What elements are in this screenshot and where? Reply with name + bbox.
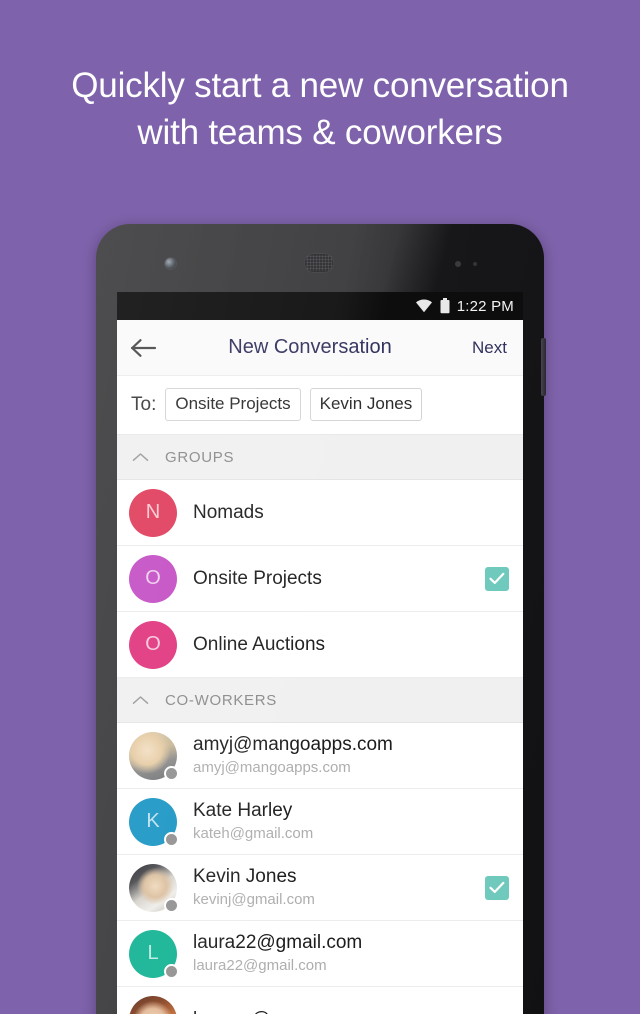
coworker-list-item[interactable]: Llaura22@gmail.com laura22@gmail.com: [117, 921, 523, 987]
group-list-item[interactable]: N Nomads: [117, 480, 523, 546]
presence-indicator: [164, 831, 179, 847]
row-title: Kate Harley: [193, 800, 293, 821]
wifi-icon: [415, 299, 432, 313]
contacts-list: GROUPS N Nomads O Onsite Projects O Online Auc…: [117, 435, 523, 1014]
avatar-initial: O: [129, 554, 177, 603]
selection-checkbox[interactable]: [485, 875, 509, 900]
selection-checkbox[interactable]: [485, 566, 509, 591]
avatar: L: [129, 929, 179, 979]
row-texts: laura22@gmail.com laura22@gmail.com: [193, 931, 362, 976]
coworker-list-item[interactable]: lauram@mangoapps.com: [117, 987, 523, 1014]
power-button[interactable]: [541, 338, 546, 396]
row-subtitle: kevinj@gmail.com: [193, 891, 315, 908]
promo-headline: Quickly start a new conversation with te…: [71, 66, 569, 152]
battery-icon: [440, 298, 450, 314]
to-label: To:: [131, 393, 157, 415]
app-bar: New Conversation Next: [117, 320, 523, 376]
group-list-item[interactable]: O Online Auctions: [117, 612, 523, 678]
status-bar: 1:22 PM: [117, 292, 523, 320]
presence-indicator: [164, 765, 179, 781]
row-texts: Kate Harley kateh@gmail.com: [193, 799, 313, 844]
avatar-photo-image: [129, 995, 177, 1014]
phone-screen: 1:22 PM New Conversation Next To: Onsite…: [117, 292, 523, 1014]
recipients-row[interactable]: To: Onsite Projects Kevin Jones: [117, 376, 523, 435]
avatar: K: [129, 797, 179, 847]
row-texts: Nomads: [193, 501, 264, 525]
check-icon: [489, 572, 505, 584]
avatar-photo: [129, 995, 177, 1014]
light-sensor-icon: [473, 262, 477, 266]
presence-indicator: [164, 897, 179, 913]
row-title: Online Auctions: [193, 633, 326, 655]
check-icon: [489, 881, 505, 893]
presence-indicator: [164, 963, 179, 979]
avatar-initial: N: [129, 488, 177, 537]
row-title: Kevin Jones: [193, 866, 297, 887]
proximity-sensor-icon: [455, 261, 461, 267]
row-texts: lauram@mangoapps.com: [193, 1008, 411, 1014]
earpiece-speaker-icon: [304, 253, 334, 273]
row-title: Onsite Projects: [193, 567, 322, 589]
section-label: GROUPS: [165, 448, 235, 466]
promo-screenshot: Quickly start a new conversation with te…: [0, 0, 640, 1014]
front-camera-icon: [165, 258, 176, 269]
row-title: Nomads: [193, 501, 264, 523]
recipient-chip[interactable]: Kevin Jones: [309, 388, 423, 421]
group-list-item[interactable]: O Onsite Projects: [117, 546, 523, 612]
avatar: [129, 995, 177, 1014]
page-title: New Conversation: [228, 336, 392, 358]
avatar: [129, 863, 179, 913]
row-texts: Online Auctions: [193, 633, 325, 657]
avatar: [129, 731, 179, 781]
section-header-co-workers[interactable]: CO-WORKERS: [117, 678, 523, 723]
row-title: amyj@mangoapps.com: [193, 734, 393, 755]
row-subtitle: amyj@mangoapps.com: [193, 759, 351, 776]
row-texts: Kevin Jones kevinj@gmail.com: [193, 865, 315, 910]
row-subtitle: kateh@gmail.com: [193, 825, 314, 842]
row-texts: Onsite Projects: [193, 567, 322, 591]
recipient-chip[interactable]: Onsite Projects: [165, 388, 301, 421]
row-texts: amyj@mangoapps.com amyj@mangoapps.com: [193, 733, 393, 778]
section-header-groups[interactable]: GROUPS: [117, 435, 523, 480]
row-title: lauram@mangoapps.com: [193, 1008, 411, 1014]
chevron-up-icon[interactable]: [132, 452, 149, 463]
chevron-up-icon[interactable]: [132, 695, 149, 706]
coworker-list-item[interactable]: K Kate Harley kateh@gmail.com: [117, 789, 523, 855]
section-label: CO-WORKERS: [165, 691, 277, 709]
status-bar-clock: 1:22 PM: [456, 297, 514, 315]
next-button[interactable]: Next: [472, 338, 507, 358]
coworker-list-item[interactable]: Kevin Jones kevinj@gmail.com: [117, 855, 523, 921]
avatar: N: [129, 488, 177, 537]
coworker-list-item[interactable]: amyj@mangoapps.com amyj@mangoapps.com: [117, 723, 523, 789]
avatar-initial: O: [129, 620, 177, 669]
row-title: laura22@gmail.com: [193, 932, 363, 953]
avatar: O: [129, 554, 177, 603]
row-subtitle: laura22@gmail.com: [193, 957, 327, 974]
avatar: O: [129, 620, 177, 669]
